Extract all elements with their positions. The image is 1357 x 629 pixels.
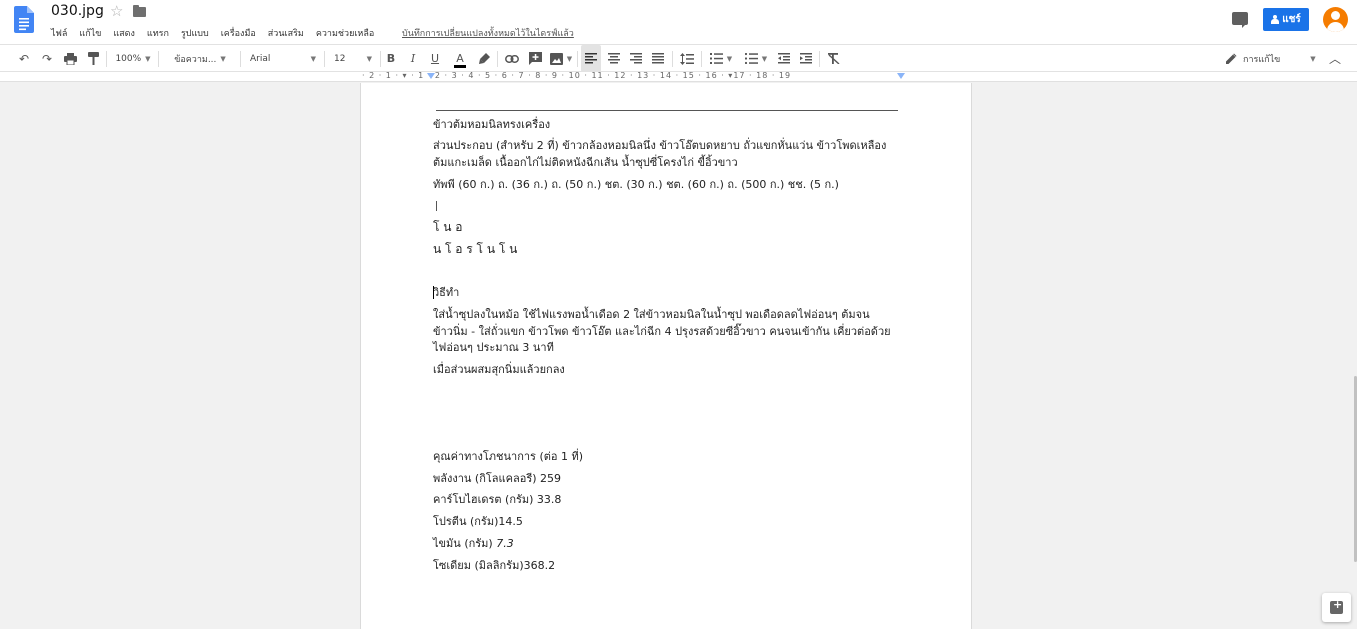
doc-title[interactable]: 030.jpg xyxy=(51,3,104,19)
add-comment-icon[interactable] xyxy=(526,45,544,72)
chevron-down-icon: ▼ xyxy=(310,54,316,63)
style-value: ข้อความ... xyxy=(174,54,217,65)
font-size-select[interactable]: 12 ▼ xyxy=(330,45,376,72)
align-center-icon[interactable] xyxy=(604,45,624,72)
zoom-value: 100% xyxy=(115,53,142,64)
justify-icon[interactable] xyxy=(648,45,668,72)
link-icon[interactable] xyxy=(503,45,521,72)
chevron-down-icon: ▼ xyxy=(145,54,151,63)
right-indent-marker[interactable] xyxy=(897,73,905,79)
menu-edit[interactable]: แก้ไข xyxy=(79,26,101,40)
paint-format-icon[interactable] xyxy=(84,45,102,72)
collapse-icon[interactable]: ︿ xyxy=(1326,45,1344,72)
bold-button[interactable]: B xyxy=(383,45,399,72)
bulleted-list-icon[interactable]: ▼ xyxy=(740,45,772,72)
garbled-line-2: น โ อ ร โ น โ น xyxy=(433,242,518,256)
text-color-button[interactable]: A xyxy=(452,45,468,72)
chevron-down-icon: ▼ xyxy=(761,54,768,63)
app-header: 030.jpg ☆ ไฟล์ แก้ไข แสดง แทรก รูปแบบ เค… xyxy=(0,0,1357,44)
menu-addons[interactable]: ส่วนเสริม xyxy=(268,26,304,40)
method-line-1: ใส่น้ำซุปลงในหม้อ ใช้ไฟแรงพอน้ำเดือด 2 ใ… xyxy=(433,308,870,321)
nutrition-energy: พลังงาน (กิโลแคลอรี) 259 xyxy=(433,472,562,485)
font-select[interactable]: Arial ▼ xyxy=(246,45,320,72)
style-select[interactable]: ข้อความ... ▼ xyxy=(164,45,236,72)
menu-file[interactable]: ไฟล์ xyxy=(51,26,67,40)
share-button[interactable]: แชร์ xyxy=(1263,8,1309,31)
toolbar: ↶ ↷ 100% ▼ ข้อความ... ▼ Arial ▼ 12 ▼ B I U A… xyxy=(0,44,1357,72)
garbled-line-1: โ น อ xyxy=(433,220,463,234)
editing-mode-select[interactable]: การแก้ไข xyxy=(1226,45,1290,72)
chevron-down-icon: ▼ xyxy=(726,54,733,63)
font-size-value: 12 xyxy=(334,53,346,64)
text-color-letter: A xyxy=(456,52,464,65)
method-line-4: เมื่อส่วนผสมสุกนิ่มแล้วยกลง xyxy=(433,363,565,376)
nutrition-fat: ไขมัน (กรัม) 7.3 xyxy=(433,535,514,552)
nutrition-title: คุณค่าทางโภชนาการ (ต่อ 1 ที่) xyxy=(433,450,584,463)
recipe-title: ข้าวต้มหอมนิลทรงเครื่อง xyxy=(433,118,551,131)
menu-view[interactable]: แสดง xyxy=(113,26,135,40)
nutrition-fat-label: ไขมัน (กรัม) xyxy=(433,537,497,550)
editing-mode-label: การแก้ไข xyxy=(1243,54,1281,65)
underline-button[interactable]: U xyxy=(427,45,443,72)
text-cursor xyxy=(433,286,434,299)
comment-icon[interactable] xyxy=(1232,12,1248,28)
line-spacing-icon[interactable] xyxy=(677,45,697,72)
numbered-list-icon[interactable]: ▼ xyxy=(705,45,737,72)
print-icon[interactable] xyxy=(61,45,79,72)
ruler[interactable]: · 2 · 1 · ▾ · 1 · 2 · 3 · 4 · 5 · 6 · 7 … xyxy=(0,71,1357,82)
italic-button[interactable]: I xyxy=(405,45,421,72)
zoom-select[interactable]: 100% ▼ xyxy=(112,45,154,72)
highlight-icon[interactable] xyxy=(476,45,492,72)
nutrition-carb: คาร์โบไฮเดรต (กรัม) 33.8 xyxy=(433,493,562,506)
method-title: วิธีทำ xyxy=(433,286,460,299)
chevron-down-icon: ▼ xyxy=(566,54,573,63)
docs-icon[interactable] xyxy=(14,6,34,33)
text-color-bar xyxy=(454,65,466,68)
redo-icon[interactable]: ↷ xyxy=(38,45,56,72)
save-status[interactable]: บันทึกการเปลี่ยนแปลงทั้งหมดไว้ในไดรฟ์แล้… xyxy=(402,26,574,40)
nutrition-sodium: โซเดียม (มิลลิกรัม)368.2 xyxy=(433,559,556,572)
pencil-icon xyxy=(1226,53,1237,64)
undo-icon[interactable]: ↶ xyxy=(15,45,33,72)
method-line-3: ไฟอ่อนๆ ประมาณ 3 นาที xyxy=(433,341,554,354)
share-label: แชร์ xyxy=(1282,14,1301,25)
left-indent-marker[interactable] xyxy=(427,73,435,79)
star-icon[interactable]: ☆ xyxy=(110,2,123,20)
menu-insert[interactable]: แทรก xyxy=(147,26,169,40)
nutrition-fat-value: 7.3 xyxy=(496,537,514,550)
document-page[interactable]: ข้าวต้มหอมนิลทรงเครื่อง ส่วนประกอบ (สำหร… xyxy=(360,83,972,629)
align-right-icon[interactable] xyxy=(626,45,646,72)
explore-button[interactable] xyxy=(1322,593,1351,622)
ingredients-amounts: ทัพพี (60 ก.) ถ. (36 ก.) ถ. (50 ก.) ชต. … xyxy=(433,178,839,191)
share-person-icon xyxy=(1271,15,1280,24)
folder-icon[interactable] xyxy=(133,5,146,17)
menu-help[interactable]: ความช่วยเหลือ xyxy=(316,26,374,40)
chevron-down-icon: ▼ xyxy=(220,54,226,63)
increase-indent-icon[interactable] xyxy=(796,45,816,72)
avatar[interactable] xyxy=(1323,7,1348,32)
ingredients-line-1: ส่วนประกอบ (สำหรับ 2 ที่) ข้าวกล้องหอมนิ… xyxy=(433,139,887,152)
stray-cursor-mark xyxy=(436,201,437,211)
horizontal-line xyxy=(436,110,898,111)
menu-tools[interactable]: เครื่องมือ xyxy=(221,26,256,40)
explore-icon xyxy=(1330,598,1343,614)
font-value: Arial xyxy=(250,53,271,64)
nutrition-protein: โปรตีน (กรัม)14.5 xyxy=(433,515,523,528)
menu-bar: ไฟล์ แก้ไข แสดง แทรก รูปแบบ เครื่องมือ ส… xyxy=(51,26,386,40)
chevron-down-icon: ▼ xyxy=(366,54,372,63)
method-line-2: ข้าวนิ่ม - ใส่ถั่วแขก ข้าวโพด ข้าวโอ๊ต แ… xyxy=(433,325,891,338)
decrease-indent-icon[interactable] xyxy=(774,45,794,72)
ingredients-line-2: ต้มแกะเมล็ด เนื้ออกไก่ไม่ติดหนังฉีกเส้น … xyxy=(433,156,738,169)
align-left-icon[interactable] xyxy=(581,45,601,72)
image-icon[interactable]: ▼ xyxy=(548,45,574,72)
clear-formatting-icon[interactable] xyxy=(824,45,844,72)
chevron-down-icon: ▼ xyxy=(1310,54,1316,63)
editing-mode-dropdown[interactable]: ▼ xyxy=(1306,45,1320,72)
menu-format[interactable]: รูปแบบ xyxy=(181,26,209,40)
